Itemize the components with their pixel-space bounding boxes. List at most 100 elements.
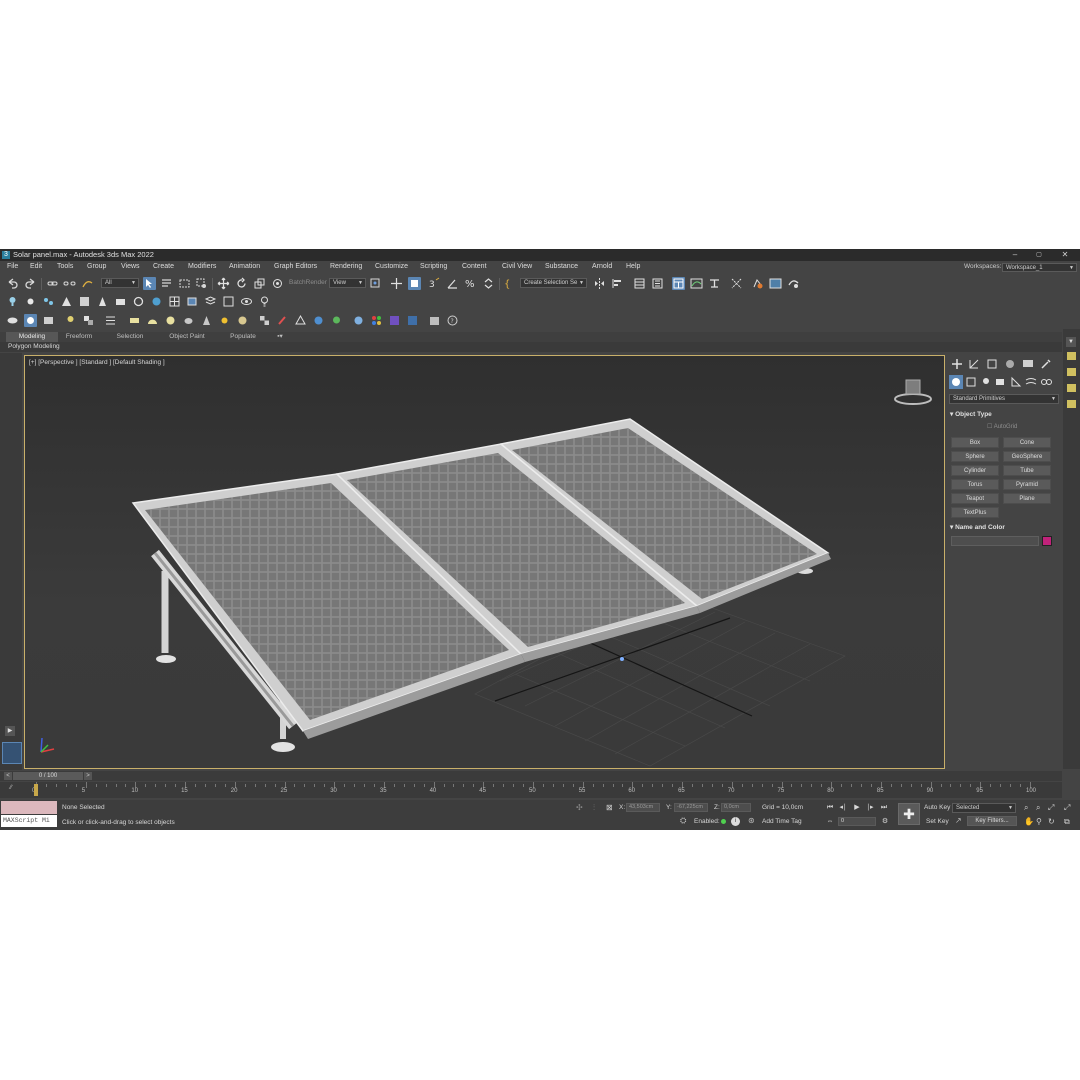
create-textplus-button[interactable]: TextPlus — [951, 507, 999, 518]
info-icon[interactable]: i — [731, 817, 740, 826]
select-manipulate-icon[interactable] — [390, 277, 403, 290]
camera-icon[interactable] — [114, 295, 127, 308]
archive-icon[interactable] — [428, 314, 441, 327]
bulb-outline-icon[interactable] — [258, 295, 271, 308]
grid-icon[interactable] — [168, 295, 181, 308]
z-coord-field[interactable]: 0,0cm — [721, 803, 751, 812]
lights-icon[interactable] — [979, 375, 993, 389]
hierarchy-icon[interactable] — [294, 314, 307, 327]
maxscript-input[interactable]: MAXScript Mi — [1, 815, 57, 827]
selection-explorer-icon[interactable] — [1066, 399, 1077, 409]
color-palette-icon[interactable] — [370, 314, 383, 327]
isolate-selection-icon[interactable]: ✣ — [576, 803, 586, 813]
screen-icon[interactable] — [42, 314, 55, 327]
menu-animation[interactable]: Animation — [229, 261, 260, 273]
undo-icon[interactable] — [6, 277, 19, 290]
perspective-viewport[interactable]: [+] [Perspective ] [Standard ] [Default … — [24, 355, 945, 769]
go-to-end-icon[interactable]: ⏭ — [879, 803, 889, 813]
polygon-modeling-label[interactable]: Polygon Modeling — [8, 343, 60, 350]
keyboard-shortcut-override-icon[interactable] — [408, 277, 421, 290]
expand-arrow-icon[interactable]: ▶ — [5, 726, 15, 736]
shapes-icon[interactable] — [964, 375, 978, 389]
shape-icon[interactable] — [60, 295, 73, 308]
toggle-layer-explorer-icon[interactable] — [651, 277, 664, 290]
set-keys-button[interactable]: ✚ — [898, 803, 920, 825]
time-marker[interactable] — [34, 784, 38, 796]
mirror-icon[interactable] — [593, 277, 606, 290]
object-color-swatch[interactable] — [1042, 536, 1052, 546]
scale-icon[interactable] — [253, 277, 266, 290]
ribbon-options-icon[interactable]: ▪▾ — [272, 332, 288, 342]
key-mode-dropdown[interactable]: Selected ▼ — [952, 803, 1016, 813]
container-explorer-icon[interactable] — [1066, 383, 1077, 393]
adaptive-degradation-icon[interactable]: ⛭ — [680, 816, 690, 826]
maximize-button[interactable]: ▢ — [1028, 249, 1050, 261]
cone-icon[interactable] — [96, 295, 109, 308]
toggle-scene-explorer-icon[interactable] — [633, 277, 646, 290]
absolute-mode-icon[interactable]: ⊠ — [606, 803, 616, 813]
timeline-ruler[interactable]: 0510152025303540455055606570758085909510… — [32, 782, 1060, 798]
list-icon[interactable] — [104, 314, 117, 327]
tab-freeform[interactable]: Freeform — [58, 332, 100, 342]
create-sphere-button[interactable]: Sphere — [951, 451, 999, 462]
spinner-snap-icon[interactable] — [482, 277, 495, 290]
pan-icon[interactable]: ✋ — [1024, 817, 1034, 827]
environment-icon[interactable] — [236, 314, 249, 327]
create-plane-button[interactable]: Plane — [1003, 493, 1051, 504]
track-bar[interactable]: ⁄∕ 0510152025303540455055606570758085909… — [0, 782, 1062, 798]
link-icon[interactable] — [46, 277, 59, 290]
display-tab-icon[interactable] — [1021, 357, 1035, 371]
menu-scripting[interactable]: Scripting — [420, 261, 447, 273]
workspace-dropdown[interactable]: Workspace_1 ▼ — [1002, 263, 1077, 272]
current-frame-field[interactable]: 0 — [838, 817, 876, 826]
zoom-all-icon[interactable]: ⌕ — [1036, 803, 1046, 813]
space-warps-icon[interactable] — [1024, 375, 1038, 389]
create-tab-icon[interactable] — [950, 357, 964, 371]
render-window-icon[interactable] — [406, 314, 419, 327]
select-by-name-icon[interactable] — [160, 277, 173, 290]
menu-rendering[interactable]: Rendering — [330, 261, 362, 273]
primitive-category-dropdown[interactable]: Standard Primitives ▼ — [949, 394, 1059, 404]
select-object-icon[interactable] — [143, 277, 156, 290]
menu-civil-view[interactable]: Civil View — [502, 261, 532, 273]
y-coord-field[interactable]: -67,225cm — [674, 803, 708, 812]
book-icon[interactable] — [78, 295, 91, 308]
close-button[interactable]: ✕ — [1054, 249, 1076, 261]
modify-tab-icon[interactable] — [967, 357, 981, 371]
menu-arnold[interactable]: Arnold — [592, 261, 612, 273]
globe-icon[interactable] — [312, 314, 325, 327]
dome-shape-icon[interactable] — [146, 314, 159, 327]
previous-frame-icon[interactable]: ◂∣ — [838, 803, 848, 813]
foliage-icon[interactable] — [330, 314, 343, 327]
menu-graph-editors[interactable]: Graph Editors — [274, 261, 317, 273]
next-frame-arrow-icon[interactable]: > — [84, 772, 92, 780]
time-tag-icon[interactable]: ⊛ — [748, 816, 758, 826]
cameras-icon[interactable] — [994, 375, 1008, 389]
tree-icon[interactable] — [64, 314, 77, 327]
selection-lock-icon[interactable]: ⫶ — [593, 803, 603, 813]
menu-content[interactable]: Content — [462, 261, 487, 273]
layer-explorer-icon[interactable] — [1066, 367, 1077, 377]
angle-snap-icon[interactable] — [446, 277, 459, 290]
render-setup-icon[interactable] — [751, 277, 764, 290]
named-selection-set-dropdown[interactable]: Create Selection Se ▼ — [520, 278, 587, 288]
snaps-toggle-icon[interactable]: 3 — [428, 277, 441, 290]
menu-substance[interactable]: Substance — [545, 261, 578, 273]
helpers-icon[interactable] — [1009, 375, 1023, 389]
curve-editor-icon[interactable] — [690, 277, 703, 290]
sphere-shape-icon[interactable] — [164, 314, 177, 327]
sun-icon[interactable] — [24, 295, 37, 308]
layers-icon[interactable] — [204, 295, 217, 308]
curve-editor-toggle-icon[interactable]: ⁄∕ — [10, 785, 12, 791]
field-of-view-icon[interactable]: ⤢ — [1064, 803, 1074, 813]
default-in-out-tangents-icon[interactable]: ↗ — [955, 816, 965, 826]
batch-render-label[interactable]: BatchRender — [289, 279, 327, 286]
create-box-button[interactable]: Box — [951, 437, 999, 448]
selection-filter-dropdown[interactable]: All ▼ — [101, 278, 139, 288]
window-crossing-icon[interactable] — [195, 277, 208, 290]
autogrid-checkbox[interactable]: ☐ AutoGrid — [987, 423, 1017, 430]
prev-frame-arrow-icon[interactable]: < — [4, 772, 12, 780]
key-filters-button[interactable]: Key Filters... — [967, 816, 1017, 826]
redo-icon[interactable] — [24, 277, 37, 290]
object-type-rollout-header[interactable]: ▾ Object Type — [950, 410, 992, 418]
